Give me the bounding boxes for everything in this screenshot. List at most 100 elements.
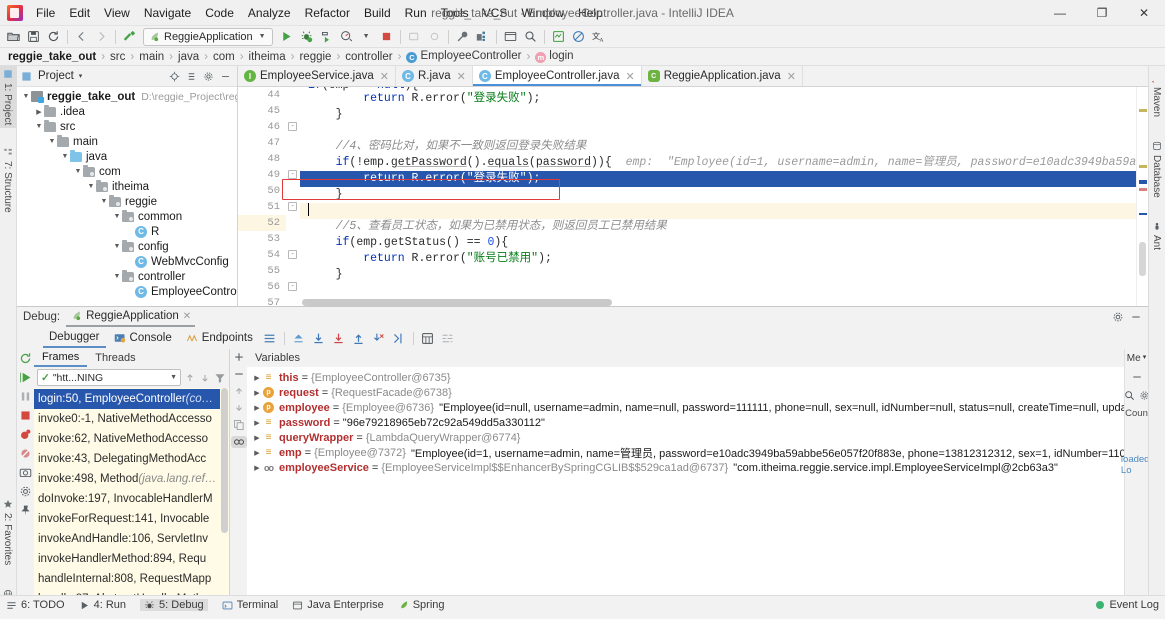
chevron-right-icon[interactable]: ▶	[251, 419, 263, 427]
mute-breakpoints-icon[interactable]	[18, 446, 33, 461]
fold-toggle-icon[interactable]: -	[288, 170, 297, 179]
translate-icon[interactable]: 文A	[589, 27, 608, 46]
fold-marker[interactable]	[286, 263, 300, 279]
filter-icon[interactable]	[214, 372, 226, 384]
editor-scrollbar-thumb[interactable]	[1139, 242, 1146, 276]
back-icon[interactable]	[72, 27, 91, 46]
tab-r-java[interactable]: C R.java ✕	[396, 66, 473, 86]
frame-list-item[interactable]: handleInternal:808, RequestMapp	[34, 569, 229, 589]
minimize-button[interactable]: —	[1039, 0, 1081, 26]
open-folder-icon[interactable]	[4, 27, 23, 46]
fold-toggle-icon[interactable]: -	[288, 250, 297, 259]
code-line[interactable]: if(!emp.getPassword().equals(password)){…	[300, 155, 1136, 171]
menu-window[interactable]: Window	[514, 3, 571, 23]
close-icon[interactable]: ✕	[787, 70, 796, 83]
save-all-icon[interactable]	[24, 27, 43, 46]
database-icon[interactable]	[549, 27, 568, 46]
frame-list-item[interactable]: invoke:498, Method (java.lang.ref…	[34, 469, 229, 489]
menu-refactor[interactable]: Refactor	[298, 3, 357, 23]
status-item-java-enterprise[interactable]: Java Enterprise	[292, 599, 384, 611]
gutter-line-number[interactable]: 49	[238, 167, 286, 183]
tree-node[interactable]: ▼ reggie_take_out D:\reggie_Project\reggie…	[17, 89, 237, 104]
code-line[interactable]	[300, 203, 1136, 219]
watches-toggle-icon[interactable]	[230, 436, 247, 448]
tree-node[interactable]: C EmployeeController	[17, 284, 237, 299]
tree-node[interactable]: ▼ main	[17, 134, 237, 149]
hide-panel-icon[interactable]	[1130, 311, 1142, 323]
code-line[interactable]	[300, 283, 1136, 299]
search-icon[interactable]	[1124, 390, 1135, 401]
editor-hscroll-thumb[interactable]	[302, 299, 612, 306]
breadcrumb-item-itheima[interactable]: itheima	[247, 51, 288, 63]
menu-build[interactable]: Build	[357, 3, 398, 23]
add-watch-icon[interactable]	[233, 351, 245, 363]
tree-node[interactable]: C WebMvcConfig	[17, 254, 237, 269]
run-icon[interactable]	[277, 27, 296, 46]
tab-endpoints[interactable]: Endpoints	[180, 328, 259, 348]
tree-node[interactable]: ▶ .idea	[17, 104, 237, 119]
menu-file[interactable]: File	[29, 3, 62, 23]
variable-row[interactable]: ▶ ≡ emp = {Employee@7372} "Employee(id=1, use…	[247, 445, 1124, 460]
code-line[interactable]	[300, 123, 1136, 139]
sidebar-item-favorites[interactable]: 2: Favorites	[0, 496, 16, 568]
run-configuration-selector[interactable]: ReggieApplication ▼	[143, 27, 273, 46]
stop-icon[interactable]	[377, 27, 396, 46]
breadcrumb-item-project[interactable]: reggie_take_out	[6, 51, 98, 63]
step-out-icon[interactable]	[350, 329, 368, 347]
settings-wrench-icon[interactable]	[453, 27, 472, 46]
frame-list-item[interactable]: invoke:43, DelegatingMethodAcc	[34, 449, 229, 469]
step-over-icon[interactable]	[310, 329, 328, 347]
chevron-right-icon[interactable]: ▶	[251, 389, 263, 397]
sidebar-item-maven[interactable]: m Maven	[1148, 70, 1165, 120]
collapse-all-icon[interactable]	[184, 69, 199, 84]
menu-vcs[interactable]: VCS	[476, 3, 515, 23]
code-line[interactable]: }	[300, 107, 1136, 123]
frame-list-item[interactable]: invokeHandlerMethod:894, Requ	[34, 549, 229, 569]
tree-node[interactable]: CR	[17, 224, 237, 239]
camera-icon[interactable]	[18, 465, 33, 480]
fold-toggle-icon[interactable]: -	[288, 282, 297, 291]
tree-node[interactable]: ▼ reggie	[17, 194, 237, 209]
tree-node[interactable]: ▼ common	[17, 209, 237, 224]
status-item-spring[interactable]: Spring	[398, 599, 445, 611]
gutter-line-number[interactable]: 54	[238, 247, 286, 263]
code-line[interactable]: }	[300, 267, 1136, 283]
code-lines[interactable]: if(emp == null){ return R.error("登录失败");…	[300, 87, 1136, 306]
menu-edit[interactable]: Edit	[62, 3, 97, 23]
menu-help[interactable]: Help	[571, 3, 610, 23]
force-step-into-icon[interactable]	[370, 329, 388, 347]
memory-label-row[interactable]: Me ▾	[1125, 353, 1148, 364]
chevron-down-icon[interactable]: ▼	[99, 198, 109, 205]
chevron-down-icon[interactable]: ▼	[73, 168, 83, 175]
tab-reggie-application[interactable]: C ReggieApplication.java ✕	[641, 66, 803, 86]
gutter-line-number[interactable]: 46	[238, 119, 286, 135]
search-everywhere-icon[interactable]	[521, 27, 540, 46]
breadcrumb-item-controller[interactable]: controller	[343, 51, 394, 63]
breadcrumb-item-method[interactable]: m login	[533, 50, 575, 63]
chevron-right-icon[interactable]: ▶	[251, 434, 263, 442]
code-line[interactable]: return R.error("账号已禁用");	[300, 251, 1136, 267]
gutter-line-number[interactable]: 48	[238, 151, 286, 167]
sidebar-item-ant[interactable]: Ant	[1148, 218, 1165, 253]
frame-list-item[interactable]: invokeAndHandle:106, ServletInv	[34, 529, 229, 549]
frame-down-icon[interactable]	[199, 372, 211, 384]
fold-marker[interactable]: -	[286, 167, 300, 183]
sidebar-item-database[interactable]: Database	[1148, 138, 1165, 201]
layout-settings-icon[interactable]	[261, 329, 279, 347]
breadcrumb-item-java[interactable]: java	[176, 51, 201, 63]
project-structure-icon[interactable]	[473, 27, 492, 46]
chevron-down-icon[interactable]: ▼	[34, 123, 44, 130]
fold-marker[interactable]: -	[286, 279, 300, 295]
breadcrumb-item-main[interactable]: main	[137, 51, 166, 63]
chevron-right-icon[interactable]: ▶	[251, 464, 263, 472]
chevron-down-icon[interactable]: ▼	[170, 374, 177, 381]
variable-row[interactable]: ▶ ≡ queryWrapper = {LambdaQueryWrapper@6774}	[247, 430, 1124, 445]
menu-code[interactable]: Code	[198, 3, 241, 23]
forward-icon[interactable]	[92, 27, 111, 46]
pin-icon[interactable]	[18, 503, 33, 518]
status-item-debug[interactable]: 5: Debug	[140, 599, 208, 611]
marker-caret[interactable]	[1139, 213, 1147, 215]
frames-scrollbar-thumb[interactable]	[221, 388, 228, 533]
tree-node[interactable]: ▼ src	[17, 119, 237, 134]
tree-node[interactable]: ▼ itheima	[17, 179, 237, 194]
